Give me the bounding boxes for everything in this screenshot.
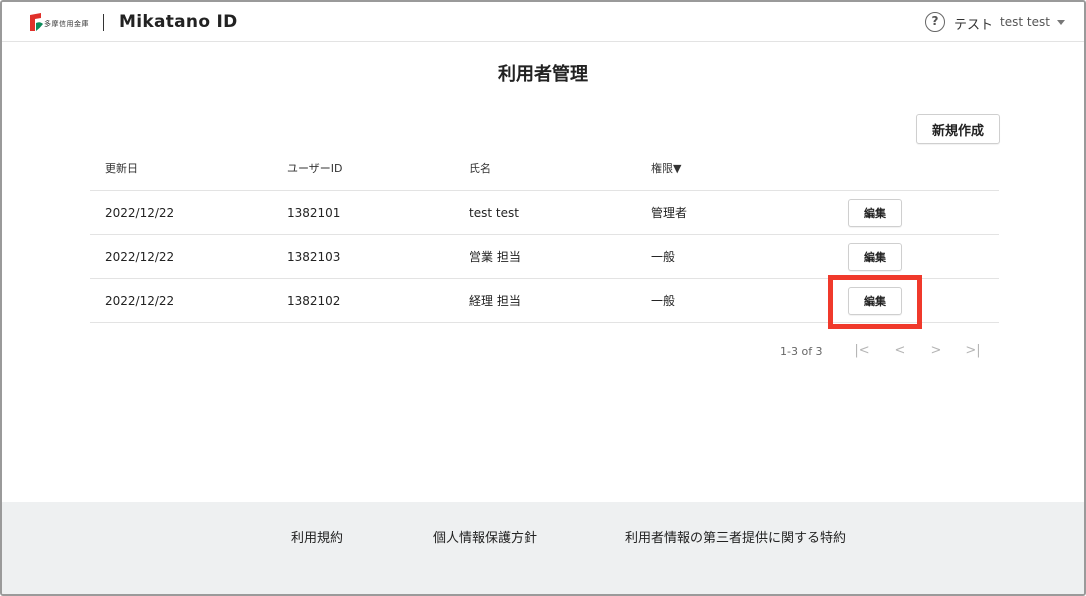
edit-button[interactable]: 編集 — [848, 199, 902, 227]
table-header-row: 更新日 ユーザーID 氏名 権限▼ — [90, 147, 999, 191]
table-row: 2022/12/22 1382101 test test 管理者 編集 — [90, 191, 999, 235]
cell-role: 一般 — [651, 294, 676, 308]
cell-user-id: 1382103 — [287, 250, 341, 264]
app-name[interactable]: Mikatano ID — [119, 12, 238, 32]
footer-link-terms[interactable]: 利用規約 — [291, 527, 343, 546]
last-page-button[interactable]: >| — [964, 342, 982, 360]
header-divider — [103, 14, 104, 31]
footer: 利用規約 個人情報保護方針 利用者情報の第三者提供に関する特約 — [2, 502, 1084, 594]
column-header-role[interactable]: 権限▼ — [651, 147, 681, 191]
first-page-button[interactable]: |< — [853, 342, 871, 360]
footer-link-privacy[interactable]: 個人情報保護方針 — [433, 527, 537, 546]
table-row: 2022/12/22 1382103 営業 担当 一般 編集 — [90, 235, 999, 279]
bank-name: 多摩信用金庫 — [44, 20, 89, 28]
prev-page-button[interactable]: < — [891, 342, 909, 360]
page-title: 利用者管理 — [498, 64, 588, 85]
column-header-updated[interactable]: 更新日 — [105, 147, 138, 191]
create-user-button[interactable]: 新規作成 — [916, 114, 1000, 144]
top-header: 多摩信用金庫 Mikatano ID ? テスト test test — [2, 2, 1084, 42]
user-org[interactable]: テスト — [954, 14, 993, 33]
bank-logo-icon — [30, 13, 43, 31]
footer-link-third-party[interactable]: 利用者情報の第三者提供に関する特約 — [625, 527, 846, 546]
next-page-button[interactable]: > — [927, 342, 945, 360]
users-table: 更新日 ユーザーID 氏名 権限▼ 2022/12/22 1382101 tes… — [90, 147, 999, 323]
cell-role: 一般 — [651, 250, 676, 264]
cell-user-id: 1382102 — [287, 294, 341, 308]
question-circle-icon[interactable]: ? — [925, 12, 945, 32]
edit-button[interactable]: 編集 — [848, 287, 902, 315]
cell-name: 経理 担当 — [469, 294, 521, 308]
cell-user-id: 1382101 — [287, 206, 341, 220]
user-name[interactable]: test test — [1000, 15, 1050, 29]
column-header-name[interactable]: 氏名 — [469, 147, 491, 191]
cell-name: test test — [469, 206, 519, 220]
pagination-info: 1-3 of 3 — [780, 345, 823, 358]
column-header-user-id[interactable]: ユーザーID — [287, 147, 343, 191]
cell-updated: 2022/12/22 — [105, 294, 175, 308]
edit-button[interactable]: 編集 — [848, 243, 902, 271]
table-row: 2022/12/22 1382102 経理 担当 一般 編集 — [90, 279, 999, 323]
cell-role: 管理者 — [651, 206, 688, 220]
caret-down-icon[interactable] — [1057, 20, 1065, 25]
cell-updated: 2022/12/22 — [105, 206, 175, 220]
cell-name: 営業 担当 — [469, 250, 521, 264]
cell-updated: 2022/12/22 — [105, 250, 175, 264]
app-window: 多摩信用金庫 Mikatano ID ? テスト test test 利用者管理… — [0, 0, 1086, 596]
